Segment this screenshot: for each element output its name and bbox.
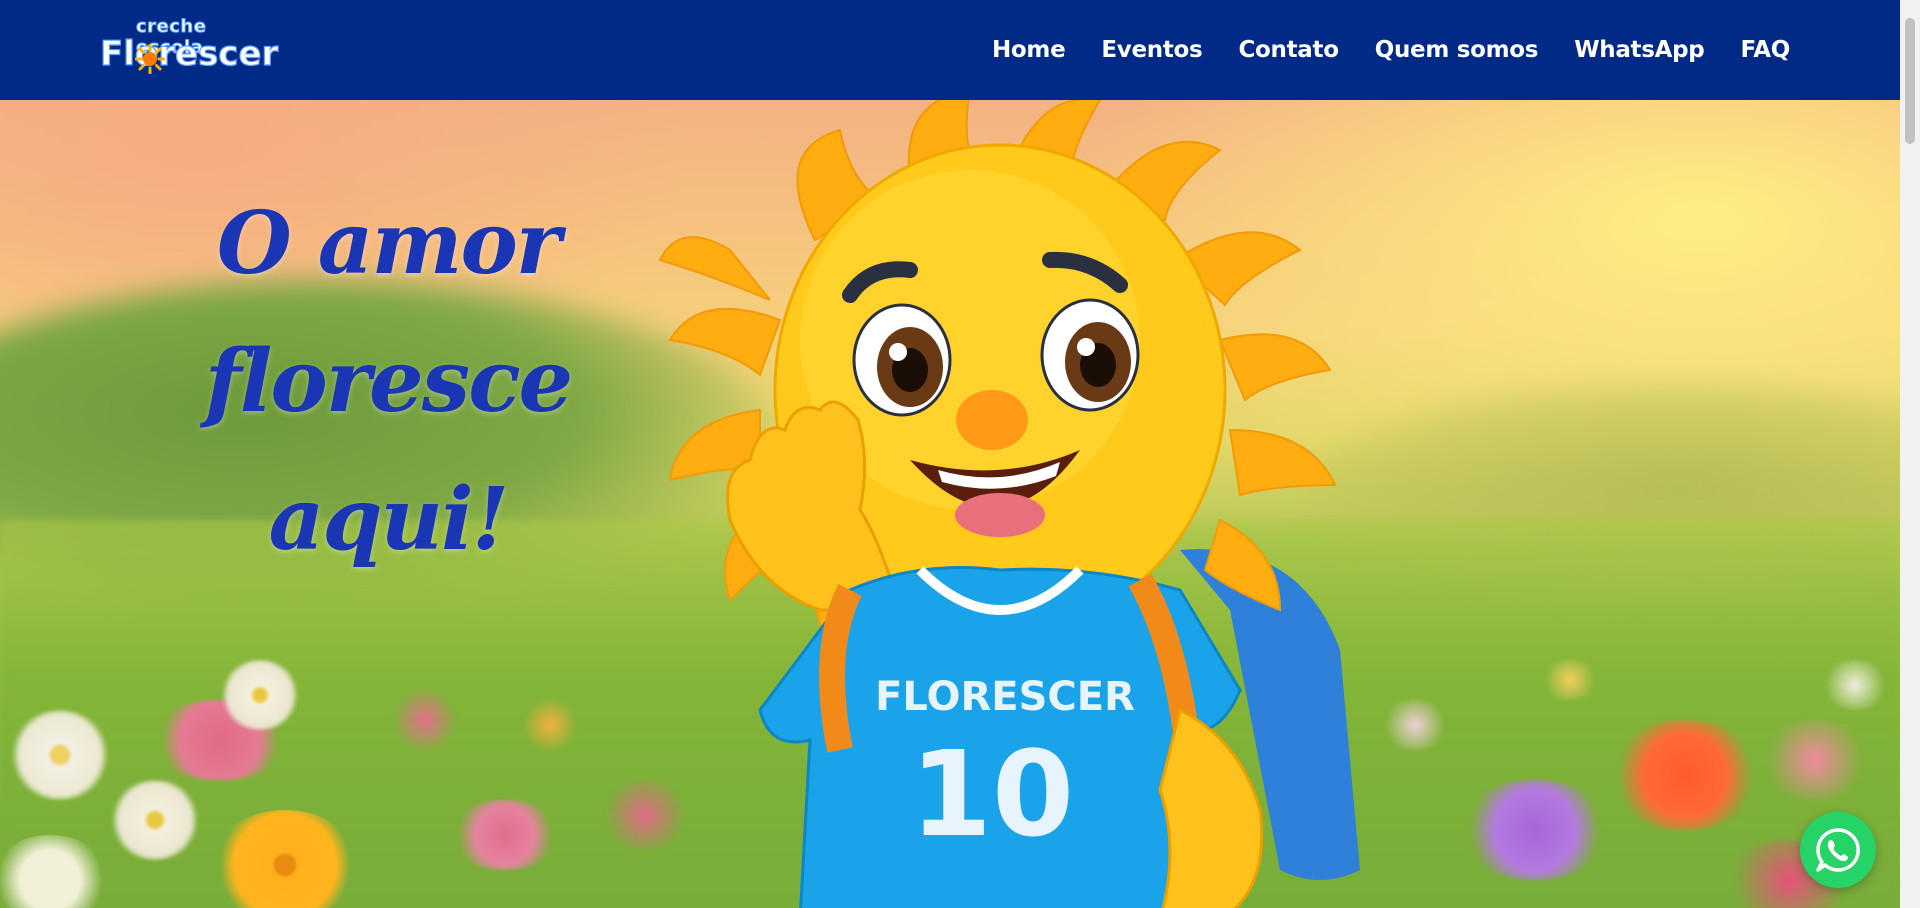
nav-quem-somos[interactable]: Quem somos bbox=[1357, 37, 1556, 63]
main-nav: Home Eventos Contato Quem somos WhatsApp… bbox=[974, 0, 1808, 100]
nav-contato[interactable]: Contato bbox=[1220, 37, 1356, 63]
whatsapp-icon bbox=[1816, 828, 1860, 872]
scrollbar-thumb[interactable] bbox=[1905, 18, 1915, 144]
page-scrollbar[interactable] bbox=[1900, 0, 1920, 908]
logo-wordmark: Florescer bbox=[99, 33, 279, 74]
nav-eventos[interactable]: Eventos bbox=[1083, 37, 1220, 63]
headline-line-2: aqui! bbox=[268, 469, 510, 570]
whatsapp-float-button[interactable] bbox=[1800, 812, 1876, 888]
logo[interactable]: creche escola Florescer bbox=[99, 16, 279, 78]
sun-icon bbox=[135, 44, 165, 74]
mascot-shirt-number: 10 bbox=[910, 725, 1074, 863]
site-header: creche escola Florescer Home Eventos Con… bbox=[0, 0, 1900, 100]
mascot-shirt-text: FLORESCER bbox=[875, 674, 1135, 720]
nav-home[interactable]: Home bbox=[974, 37, 1083, 63]
nav-faq[interactable]: FAQ bbox=[1722, 37, 1808, 63]
nav-whatsapp[interactable]: WhatsApp bbox=[1556, 37, 1722, 63]
headline-line-1: O amor floresce bbox=[204, 193, 574, 432]
sun-mascot-illustration: FLORESCER 10 bbox=[658, 100, 1360, 908]
hero-banner: O amor floresce aqui! FLORESCER 10 bbox=[0, 100, 1900, 908]
